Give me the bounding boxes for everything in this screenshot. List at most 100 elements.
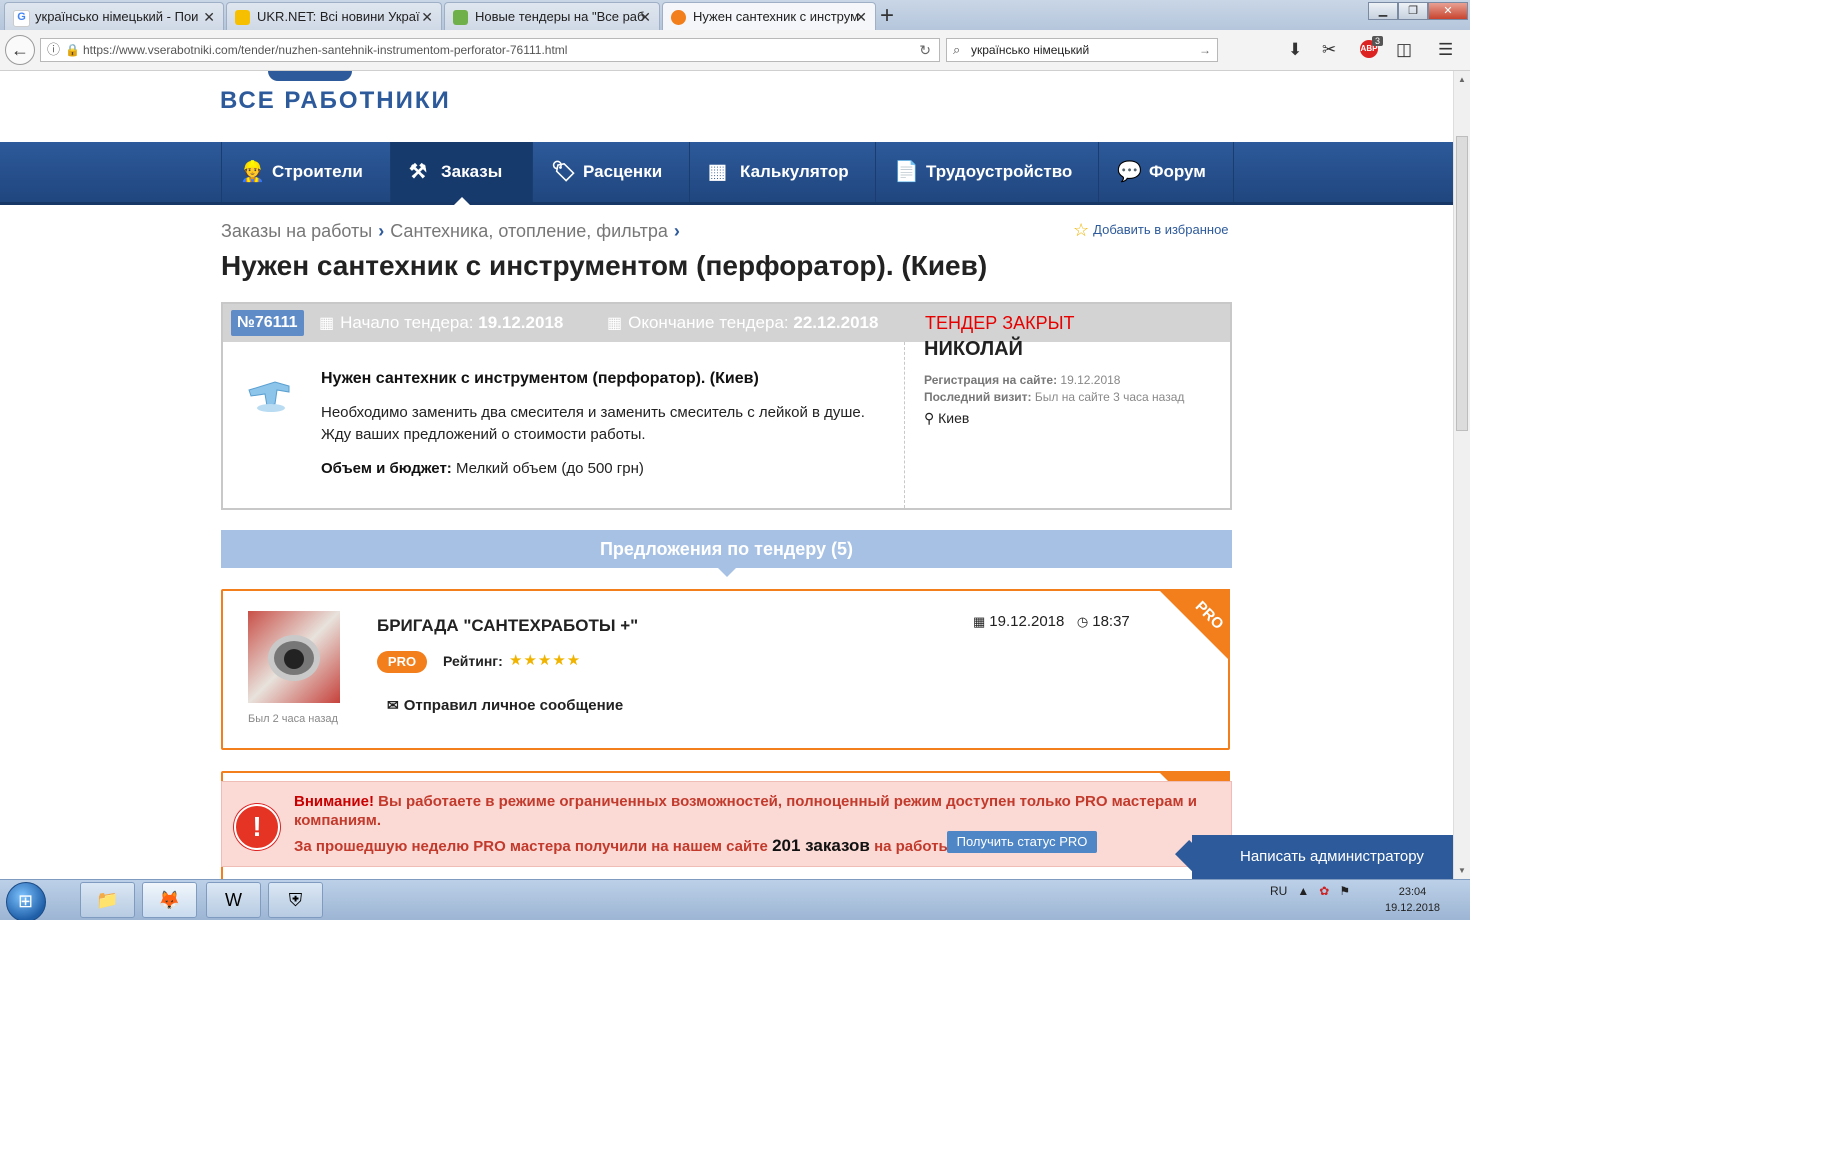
reg-value: 19.12.2018	[1060, 373, 1121, 387]
calculator-icon: ▦	[708, 161, 727, 183]
close-icon[interactable]: ✕	[421, 3, 433, 30]
tab-title: UKR.NET: Всі новини Украї	[257, 9, 420, 24]
close-icon[interactable]: ✕	[639, 3, 651, 30]
tender-volume: Объем и бюджет: Мелкий объем (до 500 грн…	[321, 460, 644, 477]
exclamation-icon: !	[234, 804, 280, 850]
warning-stats: За прошедшую неделю PRO мастера получили…	[294, 836, 956, 856]
faucet-icon	[248, 381, 290, 412]
stats-post: на работы.	[874, 838, 956, 855]
tab-title: Нужен сантехник с инструм	[693, 9, 860, 24]
document-icon: 📄	[894, 161, 919, 183]
menu-item-calculator[interactable]: ▦ Калькулятор	[689, 142, 875, 202]
menu-item-orders[interactable]: ⚒ Заказы	[390, 142, 532, 205]
tag-icon: 🏷	[551, 161, 577, 183]
search-go-arrow-icon[interactable]: →	[1199, 39, 1211, 61]
write-admin-button[interactable]: Написать администратору	[1175, 835, 1453, 879]
tray-expand-icon[interactable]: ▲	[1297, 884, 1309, 898]
tender-status: ТЕНДЕР ЗАКРЫТ	[925, 313, 1075, 333]
tender-number-badge: №76111	[231, 310, 304, 336]
site-logo[interactable]: ВСЕ РАБОТНИКИ	[220, 87, 451, 115]
tray-app-icon[interactable]: ✿	[1319, 884, 1329, 898]
calendar-icon: ▦	[607, 315, 623, 332]
avatar[interactable]	[248, 611, 340, 703]
pro-badge: PRO	[377, 651, 427, 673]
city-label: Киев	[938, 410, 970, 426]
download-icon[interactable]: ⬇	[1288, 40, 1302, 60]
menu-label: Калькулятор	[740, 162, 849, 181]
search-input[interactable]: ⌕ українсько німецький →	[946, 38, 1218, 62]
warning-body: Вы работаете в режиме ограниченных возмо…	[294, 793, 1197, 829]
calendar-icon: ▦	[973, 614, 986, 629]
end-date: 22.12.2018	[793, 313, 879, 332]
ukrnet-favicon-icon	[235, 10, 250, 25]
chat-icon: 💬	[1117, 161, 1142, 183]
offer-datetime: ▦ 19.12.2018 ◷ 18:37	[973, 613, 1130, 630]
new-tab-plus-icon[interactable]: +	[880, 2, 894, 30]
customer-city: ⚲ Киев	[924, 410, 969, 427]
info-icon[interactable]: ⓘ	[47, 39, 60, 61]
favorites-label: Добавить в избранное	[1093, 222, 1229, 237]
language-indicator[interactable]: RU	[1270, 884, 1287, 898]
close-icon[interactable]: ✕	[855, 3, 867, 30]
menu-label: Трудоустройство	[926, 162, 1073, 181]
scroll-down-icon[interactable]: ▼	[1458, 866, 1466, 875]
reload-icon[interactable]: ↻	[919, 39, 931, 61]
scissors-icon[interactable]: ✂	[1322, 40, 1336, 60]
avatar-image-detail	[284, 649, 304, 669]
warning-title: Внимание!	[294, 793, 374, 810]
url-bar[interactable]: ⓘ 🔒 https://www.vserabotniki.com/tender/…	[40, 38, 940, 62]
envelope-icon: ✉	[387, 697, 399, 713]
browser-nav-bar: ← ⓘ 🔒 https://www.vserabotniki.com/tende…	[0, 30, 1470, 71]
page-scrollbar[interactable]: ▲ ▼	[1453, 71, 1470, 879]
offer-time: 18:37	[1092, 613, 1130, 630]
breadcrumb-item-orders[interactable]: Заказы на работы	[221, 221, 372, 241]
breadcrumb-item-plumbing[interactable]: Сантехника, отопление, фильтра	[390, 221, 668, 241]
windows-taskbar: ⊞ 📁 🦊 W ⛨ RU ▲ ✿ ⚑ 23:04 19.12.2018	[0, 879, 1470, 920]
explorer-folder-icon[interactable]: 📁	[80, 882, 135, 918]
browser-tab-tenders[interactable]: Новые тендеры на "Все раб ✕	[444, 2, 660, 30]
maximize-icon[interactable]: ❐	[1398, 2, 1428, 20]
clock-date: 19.12.2018	[1385, 902, 1441, 914]
contractor-name[interactable]: БРИГАДА "САНТЕХРАБОТЫ +"	[377, 616, 638, 636]
tab-title: Новые тендеры на "Все раб	[475, 9, 645, 24]
browser-tab-current[interactable]: Нужен сантехник с инструм ✕	[662, 2, 876, 30]
breadcrumb: Заказы на работы › Сантехника, отопление, …	[221, 221, 686, 242]
sidebar-icon[interactable]: ◫	[1396, 40, 1412, 60]
lock-icon: 🔒	[65, 43, 80, 57]
firefox-icon[interactable]: 🦊	[142, 882, 197, 918]
menu-item-forum[interactable]: 💬 Форум	[1098, 142, 1234, 202]
scroll-up-icon[interactable]: ▲	[1458, 75, 1466, 84]
tanks-game-icon[interactable]: ⛨	[268, 882, 323, 918]
system-clock[interactable]: 23:04 19.12.2018	[1385, 884, 1440, 916]
add-to-favorites-link[interactable]: ☆ Добавить в избранное	[1073, 220, 1229, 241]
tender-details: Нужен сантехник с инструментом (перфорат…	[223, 342, 905, 508]
star-plus-icon: ☆	[1073, 220, 1090, 240]
offers-header: Предложения по тендеру (5)	[221, 530, 1232, 577]
flag-icon[interactable]: ⚑	[1339, 884, 1350, 898]
description-line: Жду ваших предложений о стоимости работы…	[321, 426, 646, 443]
menu-label: Форум	[1149, 162, 1206, 181]
browser-tab-ukrnet[interactable]: UKR.NET: Всі новини Украї ✕	[226, 2, 442, 30]
hamburger-menu-icon[interactable]: ☰	[1438, 40, 1453, 60]
visit-label: Последний визит:	[924, 390, 1032, 404]
menu-label: Расценки	[583, 162, 663, 181]
customer-name[interactable]: НИКОЛАЙ	[924, 338, 1023, 361]
get-pro-button[interactable]: Получить статус PRO	[947, 831, 1097, 853]
menu-item-employment[interactable]: 📄 Трудоустройство	[875, 142, 1098, 202]
menu-item-builders[interactable]: 👷 Строители	[221, 142, 390, 202]
customer-last-visit: Последний визит: Был на сайте 3 часа наз…	[924, 390, 1184, 404]
tender-description: Необходимо заменить два смесителя и заме…	[321, 402, 891, 446]
start-button[interactable]: ⊞	[6, 882, 46, 920]
tender-end: ▦ Окончание тендера: 22.12.2018	[607, 304, 878, 343]
visit-value: Был на сайте 3 часа назад	[1034, 390, 1185, 404]
browser-tab-google[interactable]: G українсько німецький - Пои ✕	[4, 2, 224, 30]
back-arrow-icon[interactable]: ←	[5, 35, 35, 65]
word-icon[interactable]: W	[206, 882, 261, 918]
minimize-icon[interactable]: ▁	[1368, 2, 1398, 20]
menu-item-prices[interactable]: 🏷 Расценки	[532, 142, 689, 202]
window-close-icon[interactable]: ✕	[1428, 2, 1468, 20]
divider	[904, 342, 905, 508]
warning-text: Внимание! Вы работаете в режиме ограниче…	[294, 792, 1214, 830]
scrollbar-thumb[interactable]	[1456, 136, 1468, 431]
close-icon[interactable]: ✕	[203, 3, 215, 30]
